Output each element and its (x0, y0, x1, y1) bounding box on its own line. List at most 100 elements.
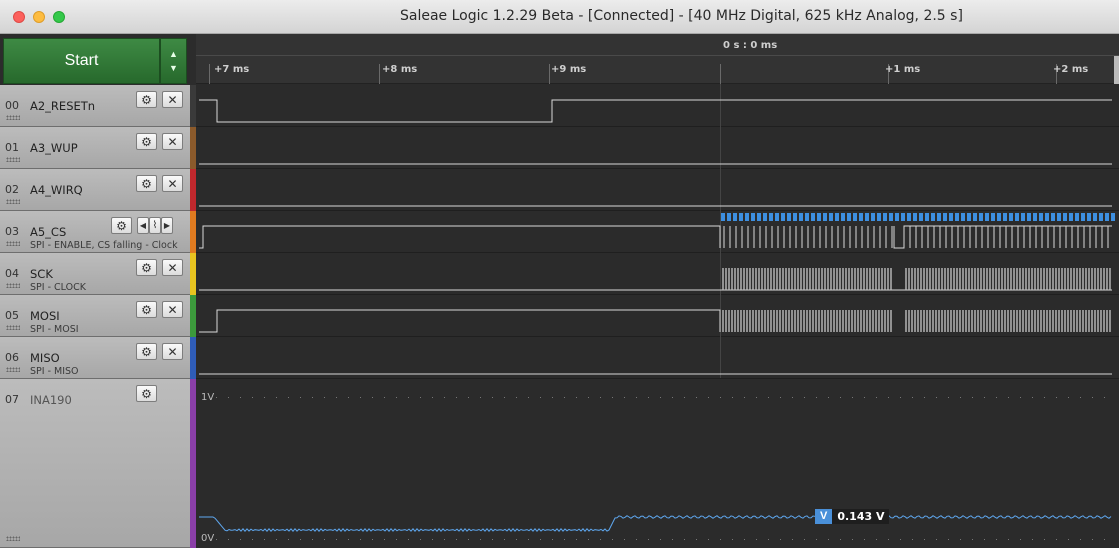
spi-frame-marker (1105, 213, 1109, 221)
channel-name[interactable]: SCK (30, 267, 53, 281)
gear-icon[interactable]: ⚙ (136, 133, 157, 150)
channel-name[interactable]: A5_CS (30, 225, 66, 239)
waveform-canvas[interactable] (196, 84, 1119, 548)
drag-handle-icon[interactable] (6, 157, 20, 162)
channel-number: 07 (5, 393, 19, 406)
gear-icon[interactable]: ⚙ (136, 343, 157, 360)
ruler-center-bar: 0 s : 0 ms (196, 34, 1119, 56)
zoom-window-button[interactable] (53, 11, 65, 23)
spi-frame-marker (1009, 213, 1013, 221)
gear-icon[interactable]: ⚙ (136, 301, 157, 318)
spi-frame-marker (919, 213, 923, 221)
spi-frame-marker (967, 213, 971, 221)
spi-frame-marker (1075, 213, 1079, 221)
analyzer-label: SPI - ENABLE, CS falling - Clock (30, 240, 178, 251)
channel-name[interactable]: INA190 (30, 393, 72, 407)
gear-icon[interactable]: ⚙ (136, 385, 157, 402)
cs-pulse-lines (723, 226, 1109, 248)
ruler-scroll-edge (1114, 56, 1119, 84)
ruler-tick-label: +7 ms (214, 64, 250, 75)
close-icon[interactable]: ✕ (162, 301, 183, 318)
spi-frame-marker (853, 213, 857, 221)
channel-number: 00 (5, 99, 19, 112)
spi-frame-marker (787, 213, 791, 221)
mosi-pulse-lines (722, 310, 1111, 332)
channel-row-04[interactable]: 04 SCK SPI - CLOCK ⚙ ✕ (0, 253, 190, 295)
spi-frame-marker (1081, 213, 1085, 221)
spi-frame-marker (811, 213, 815, 221)
cs-pulse-train (723, 225, 1112, 249)
close-window-button[interactable] (13, 11, 25, 23)
drag-handle-icon[interactable] (6, 199, 20, 204)
spi-frame-marker (1045, 213, 1049, 221)
spi-frame-marker (751, 213, 755, 221)
waveform-view[interactable]: 1V 0V V 0.143 V (196, 84, 1119, 548)
gear-icon[interactable]: ⚙ (136, 175, 157, 192)
spi-frame-marker (901, 213, 905, 221)
drag-handle-icon[interactable] (6, 536, 20, 541)
triangle-up-icon[interactable]: ▲ (169, 49, 178, 59)
close-icon[interactable]: ✕ (162, 343, 183, 360)
spi-frame-marker (859, 213, 863, 221)
close-icon[interactable]: ✕ (162, 133, 183, 150)
spi-frame-marker (739, 213, 743, 221)
close-icon[interactable]: ✕ (162, 259, 183, 276)
close-icon[interactable]: ✕ (162, 91, 183, 108)
gear-icon[interactable]: ⚙ (136, 259, 157, 276)
next-edge-icon[interactable]: ▶ (161, 217, 173, 234)
spi-frame-marker (1021, 213, 1025, 221)
cs-gap (893, 225, 1112, 249)
drag-handle-icon[interactable] (6, 325, 20, 330)
spi-frame-marker (907, 213, 911, 221)
channel-row-01[interactable]: 01 A3_WUP ⚙ ✕ (0, 127, 190, 169)
spi-frame-marker (1027, 213, 1031, 221)
triangle-down-icon[interactable]: ▼ (169, 63, 178, 73)
channel-name[interactable]: MISO (30, 351, 60, 365)
drag-handle-icon[interactable] (6, 283, 20, 288)
gear-icon[interactable]: ⚙ (111, 217, 132, 234)
spi-frame-marker (985, 213, 989, 221)
spi-frame-marker (763, 213, 767, 221)
spi-frame-marker (949, 213, 953, 221)
spi-frame-marker (721, 213, 725, 221)
channel-number: 03 (5, 225, 19, 238)
spi-frame-marker (817, 213, 821, 221)
previous-edge-icon[interactable]: ◀ (137, 217, 149, 234)
measurement-tooltip: V 0.143 V (815, 509, 890, 524)
channel-name[interactable]: A4_WIRQ (30, 183, 83, 197)
channel-row-02[interactable]: 02 A4_WIRQ ⚙ ✕ (0, 169, 190, 211)
spi-frame-marker (1063, 213, 1067, 221)
channel-row-06[interactable]: 06 MISO SPI - MISO ⚙ ✕ (0, 337, 190, 379)
spi-frame-marker (973, 213, 977, 221)
ruler-tick (209, 64, 210, 84)
channel-name[interactable]: A3_WUP (30, 141, 78, 155)
spi-frame-marker (1087, 213, 1091, 221)
drag-handle-icon[interactable] (6, 367, 20, 372)
close-icon[interactable]: ✕ (162, 175, 183, 192)
ruler-tick-label: +8 ms (382, 64, 418, 75)
start-options-stepper[interactable]: ▲ ▼ (160, 38, 187, 84)
channel-row-00[interactable]: 00 A2_RESETn ⚙ ✕ (0, 85, 190, 127)
channel-row-03[interactable]: 03 A5_CS SPI - ENABLE, CS falling - Cloc… (0, 211, 190, 253)
start-button[interactable]: Start (3, 38, 160, 84)
channel-name[interactable]: MOSI (30, 309, 60, 323)
spi-frame-marker (727, 213, 731, 221)
spi-frame-marker (961, 213, 965, 221)
ruler-tick-label: +2 ms (1053, 64, 1089, 75)
spi-frame-marker (1069, 213, 1073, 221)
falling-edge-trigger-icon[interactable]: ⌇ (149, 217, 161, 234)
spi-frame-marker (1003, 213, 1007, 221)
channel-row-07[interactable]: 07 INA190 ⚙ (0, 379, 190, 548)
spi-frame-marker (913, 213, 917, 221)
spi-frame-marker (1051, 213, 1055, 221)
time-ruler[interactable]: 0 s : 0 ms +7 ms +8 ms +9 ms +1 ms +2 ms (196, 34, 1119, 84)
channel-name[interactable]: A2_RESETn (30, 99, 95, 113)
drag-handle-icon[interactable] (6, 241, 20, 246)
minimize-window-button[interactable] (33, 11, 45, 23)
gear-icon[interactable]: ⚙ (136, 91, 157, 108)
channel-row-05[interactable]: 05 MOSI SPI - MOSI ⚙ ✕ (0, 295, 190, 337)
waveform-channel-05 (199, 309, 721, 333)
spi-frame-marker (1015, 213, 1019, 221)
spi-frame-marker (955, 213, 959, 221)
drag-handle-icon[interactable] (6, 115, 20, 120)
